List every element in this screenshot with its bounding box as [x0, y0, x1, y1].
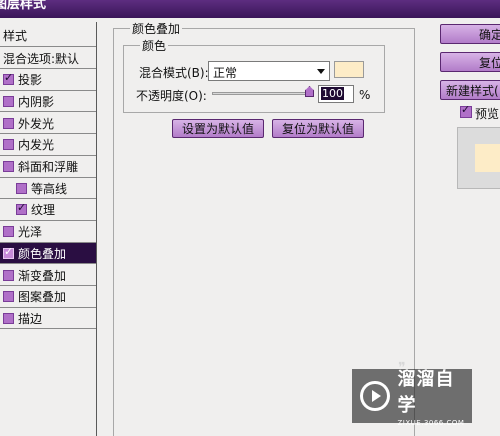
style-list-item-label: 渐变叠加	[18, 268, 67, 283]
watermark-name: 溜溜自学	[397, 369, 455, 416]
style-list-item-label: 投影	[18, 73, 43, 88]
preview-label: 预览	[475, 107, 500, 121]
color-subgroup-title: 颜色	[140, 37, 169, 54]
style-checkbox[interactable]	[3, 71, 14, 86]
dropdown-arrow-icon	[317, 69, 325, 74]
style-list-item-label: 内发光	[18, 138, 55, 153]
style-preview-swatch	[475, 144, 500, 172]
style-checkbox[interactable]	[3, 269, 14, 281]
style-list-item-label: 内阴影	[18, 94, 55, 109]
style-list-item[interactable]: 投影	[0, 70, 96, 91]
style-list-item[interactable]: 颜色叠加	[0, 243, 96, 265]
style-list-item[interactable]: 图案叠加	[0, 287, 96, 308]
style-list-item-label: 颜色叠加	[18, 246, 67, 261]
style-list-item-label: 光泽	[18, 225, 43, 240]
opacity-slider-track[interactable]	[212, 92, 312, 95]
style-list-item-label: 混合选项:默认	[3, 51, 80, 66]
overlay-color-swatch[interactable]	[334, 61, 364, 78]
watermark: 溜溜自学 ZIXUE.3066.COM	[352, 369, 472, 427]
new-style-button[interactable]: 新建样式(	[440, 80, 500, 100]
opacity-unit: %	[359, 88, 371, 102]
opacity-input[interactable]: 100	[318, 85, 354, 103]
set-default-button[interactable]: 设置为默认值	[172, 119, 264, 138]
blend-mode-select[interactable]: 正常	[208, 61, 330, 81]
ok-button[interactable]: 确定	[440, 24, 500, 44]
style-checkbox[interactable]	[16, 182, 27, 194]
style-list-item[interactable]: 渐变叠加	[0, 265, 96, 286]
style-list-item[interactable]: 描边	[0, 308, 96, 330]
style-checkbox[interactable]	[3, 245, 14, 259]
style-checkbox[interactable]	[3, 291, 14, 303]
blend-mode-value: 正常	[213, 66, 238, 80]
blend-mode-label: 混合模式(B):	[139, 66, 209, 80]
style-list-item-label: 外发光	[18, 116, 55, 131]
reset-button[interactable]: 复位	[440, 52, 500, 72]
style-list-item-label: 斜面和浮雕	[18, 160, 79, 174]
watermark-url: ZIXUE.3066.COM	[397, 419, 465, 427]
style-checkbox[interactable]	[3, 95, 14, 107]
title-bar: 图层样式	[0, 0, 500, 18]
style-checkbox[interactable]	[3, 161, 14, 172]
opacity-value: 100	[321, 87, 344, 100]
reset-button-label: 复位	[478, 55, 500, 70]
play-logo-icon	[360, 381, 390, 411]
color-overlay-group-title: 颜色叠加	[130, 20, 183, 37]
style-checkbox[interactable]	[3, 139, 14, 151]
preview-checkbox[interactable]	[460, 103, 472, 118]
style-list-item-label: 纹理	[31, 203, 56, 218]
style-list-item[interactable]: 光泽	[0, 222, 96, 243]
style-list-item[interactable]: 内阴影	[0, 91, 96, 113]
style-list-item[interactable]: 内发光	[0, 135, 96, 156]
style-list-item[interactable]: 斜面和浮雕	[0, 157, 96, 178]
style-list-item[interactable]: 纹理	[0, 200, 96, 221]
style-list-panel: 样式 混合选项:默认投影内阴影外发光内发光斜面和浮雕等高线纹理光泽颜色叠加渐变叠…	[0, 22, 97, 436]
style-list-item[interactable]: 外发光	[0, 113, 96, 135]
ok-button-label: 确定	[478, 27, 500, 42]
opacity-label: 不透明度(O):	[136, 89, 207, 103]
style-checkbox[interactable]	[3, 226, 14, 238]
style-checkbox[interactable]	[3, 312, 14, 324]
window-title: 图层样式	[0, 0, 47, 12]
style-list-item-label: 图案叠加	[18, 290, 67, 305]
style-checkbox[interactable]	[3, 117, 14, 129]
style-list-item-label: 等高线	[31, 181, 68, 196]
style-checkbox[interactable]	[16, 201, 27, 216]
style-list-item-label: 描边	[18, 311, 43, 326]
style-list-item[interactable]: 混合选项:默认	[0, 48, 96, 69]
style-list-item[interactable]: 等高线	[0, 178, 96, 200]
styles-header[interactable]: 样式	[0, 22, 96, 47]
reset-default-button[interactable]: 复位为默认值	[272, 119, 364, 138]
